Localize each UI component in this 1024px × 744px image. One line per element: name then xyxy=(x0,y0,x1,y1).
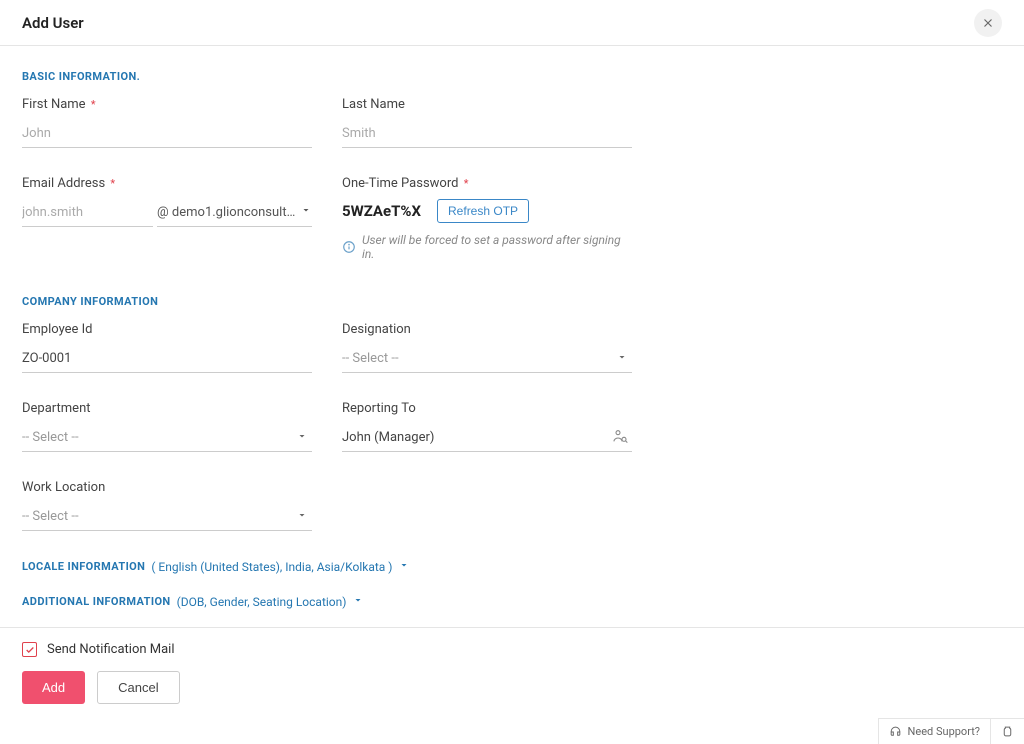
employee-id-label: Employee Id xyxy=(22,322,312,337)
support-bar: Need Support? xyxy=(878,718,1024,744)
last-name-input[interactable] xyxy=(342,120,632,148)
notification-checkbox[interactable] xyxy=(22,642,37,657)
jar-icon xyxy=(1001,725,1014,738)
headset-icon xyxy=(889,725,902,738)
chevron-down-icon xyxy=(300,204,312,220)
required-indicator: * xyxy=(91,98,96,111)
modal-footer: Send Notification Mail Add Cancel xyxy=(0,627,1024,718)
email-domain-select[interactable]: @ demo1.glionconsulti... xyxy=(157,204,312,227)
otp-value: 5WZAeT%X xyxy=(342,202,421,220)
department-select[interactable] xyxy=(22,424,312,452)
add-button[interactable]: Add xyxy=(22,671,85,704)
info-icon xyxy=(342,240,356,254)
modal-title: Add User xyxy=(22,14,84,32)
email-label: Email Address * xyxy=(22,176,312,191)
reporting-to-label: Reporting To xyxy=(342,401,632,416)
employee-id-input[interactable] xyxy=(22,345,312,373)
first-name-input[interactable] xyxy=(22,120,312,148)
modal-header: Add User xyxy=(0,0,1024,46)
first-name-label: First Name * xyxy=(22,97,312,112)
close-icon xyxy=(981,16,995,30)
need-support-button[interactable]: Need Support? xyxy=(879,719,990,744)
last-name-label: Last Name xyxy=(342,97,632,112)
notification-label: Send Notification Mail xyxy=(47,642,175,657)
close-button[interactable] xyxy=(974,9,1002,37)
support-extra-button[interactable] xyxy=(990,719,1024,744)
basic-info-heading: BASIC INFORMATION. xyxy=(22,70,1002,83)
check-icon xyxy=(25,645,35,655)
company-info-heading: COMPANY INFORMATION xyxy=(22,295,1002,308)
cancel-button[interactable]: Cancel xyxy=(97,671,179,704)
refresh-otp-button[interactable]: Refresh OTP xyxy=(437,199,529,223)
reporting-to-input[interactable] xyxy=(342,424,632,452)
required-indicator: * xyxy=(110,177,115,190)
additional-info-toggle[interactable]: ADDITIONAL INFORMATION (DOB, Gender, Sea… xyxy=(22,594,1002,609)
locale-info-toggle[interactable]: LOCALE INFORMATION ( English (United Sta… xyxy=(22,559,1002,574)
otp-label: One-Time Password * xyxy=(342,176,632,191)
work-location-select[interactable] xyxy=(22,503,312,531)
designation-label: Designation xyxy=(342,322,632,337)
user-search-icon[interactable] xyxy=(612,428,628,448)
otp-hint: User will be forced to set a password af… xyxy=(342,233,632,261)
work-location-label: Work Location xyxy=(22,480,312,495)
email-local-input[interactable] xyxy=(22,199,153,227)
department-label: Department xyxy=(22,401,312,416)
designation-select[interactable] xyxy=(342,345,632,373)
chevron-down-icon xyxy=(352,594,364,609)
chevron-down-icon xyxy=(398,559,410,574)
form-scroll-area[interactable]: BASIC INFORMATION. First Name * Last Nam… xyxy=(0,46,1024,644)
required-indicator: * xyxy=(464,177,469,190)
